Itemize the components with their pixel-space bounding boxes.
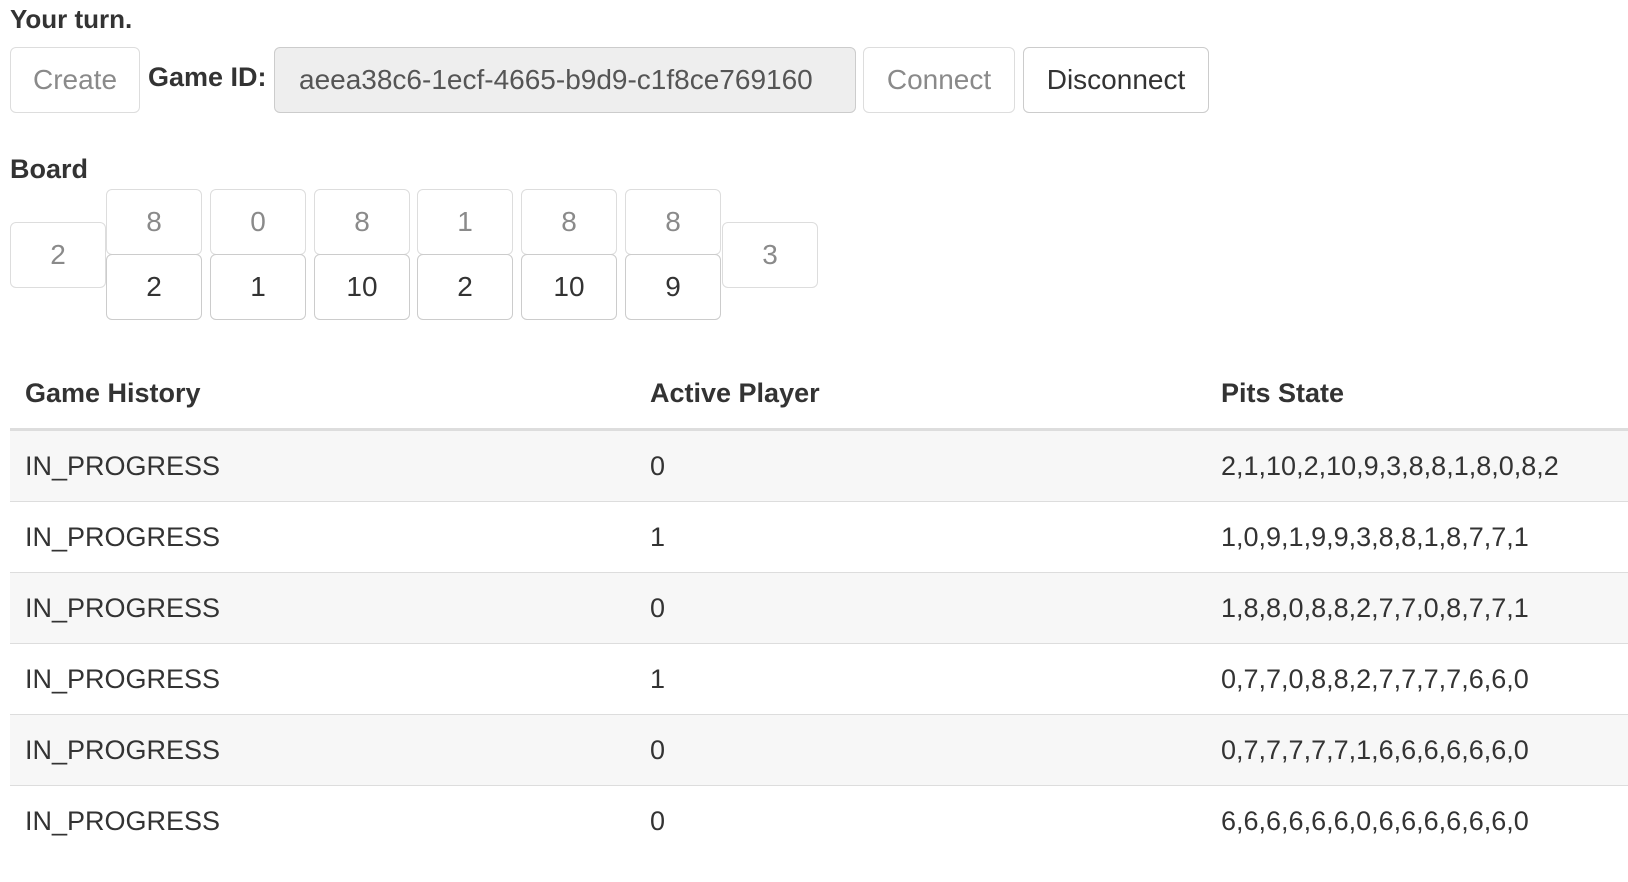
table-row: IN_PROGRESS 1 1,0,9,1,9,9,3,8,8,1,8,7,7,…	[10, 501, 1628, 573]
pits-state-cell: 6,6,6,6,6,6,0,6,6,6,6,6,6,0	[1206, 785, 1628, 856]
active-player-cell: 0	[635, 714, 1206, 786]
game-state-cell: IN_PROGRESS	[10, 643, 635, 715]
board-title: Board	[10, 154, 89, 184]
opponent-pit: 8	[625, 189, 721, 255]
opponent-pit: 0	[210, 189, 306, 255]
pits-state-cell: 1,8,8,0,8,8,2,7,7,0,8,7,7,1	[1206, 572, 1628, 644]
game-state-cell: IN_PROGRESS	[10, 785, 635, 856]
pits-state-cell: 1,0,9,1,9,9,3,8,8,1,8,7,7,1	[1206, 501, 1628, 573]
opponent-pit: 8	[106, 189, 202, 255]
active-player-cell: 0	[635, 429, 1206, 502]
table-row: IN_PROGRESS 0 6,6,6,6,6,6,0,6,6,6,6,6,6,…	[10, 785, 1628, 856]
player-pit[interactable]: 10	[521, 254, 617, 320]
column-header-active-player: Active Player	[635, 358, 1206, 431]
table-row: IN_PROGRESS 1 0,7,7,0,8,8,2,7,7,7,7,6,6,…	[10, 643, 1628, 715]
column-header-game-history: Game History	[10, 358, 635, 431]
active-player-cell: 0	[635, 785, 1206, 856]
connect-button[interactable]: Connect	[863, 47, 1015, 113]
create-button[interactable]: Create	[10, 47, 140, 113]
table-row: IN_PROGRESS 0 0,7,7,7,7,7,1,6,6,6,6,6,6,…	[10, 714, 1628, 786]
game-state-cell: IN_PROGRESS	[10, 429, 635, 502]
table-row: IN_PROGRESS 0 1,8,8,0,8,8,2,7,7,0,8,7,7,…	[10, 572, 1628, 644]
game-state-cell: IN_PROGRESS	[10, 572, 635, 644]
pits-state-cell: 2,1,10,2,10,9,3,8,8,1,8,0,8,2	[1206, 429, 1628, 502]
opponent-pit: 8	[314, 189, 410, 255]
column-header-pits-state: Pits State	[1206, 358, 1628, 431]
game-id-input[interactable]	[274, 47, 856, 113]
player-pit[interactable]: 2	[106, 254, 202, 320]
opponent-pit: 1	[417, 189, 513, 255]
pits-state-cell: 0,7,7,0,8,8,2,7,7,7,7,6,6,0	[1206, 643, 1628, 715]
player-store: 3	[722, 222, 818, 288]
opponent-store: 2	[10, 222, 106, 288]
player-pit[interactable]: 2	[417, 254, 513, 320]
table-row: IN_PROGRESS 0 2,1,10,2,10,9,3,8,8,1,8,0,…	[10, 429, 1628, 502]
table-header-row: Game History Active Player Pits State	[10, 358, 1628, 431]
active-player-cell: 1	[635, 643, 1206, 715]
game-state-cell: IN_PROGRESS	[10, 501, 635, 573]
game-history-table: Game History Active Player Pits State IN…	[10, 358, 1628, 856]
active-player-cell: 1	[635, 501, 1206, 573]
pits-state-cell: 0,7,7,7,7,7,1,6,6,6,6,6,6,0	[1206, 714, 1628, 786]
player-pit[interactable]: 9	[625, 254, 721, 320]
opponent-pit: 8	[521, 189, 617, 255]
player-pit[interactable]: 1	[210, 254, 306, 320]
game-id-label: Game ID:	[148, 62, 267, 92]
disconnect-button[interactable]: Disconnect	[1023, 47, 1209, 113]
player-pit[interactable]: 10	[314, 254, 410, 320]
game-state-cell: IN_PROGRESS	[10, 714, 635, 786]
turn-status: Your turn.	[10, 4, 133, 34]
active-player-cell: 0	[635, 572, 1206, 644]
